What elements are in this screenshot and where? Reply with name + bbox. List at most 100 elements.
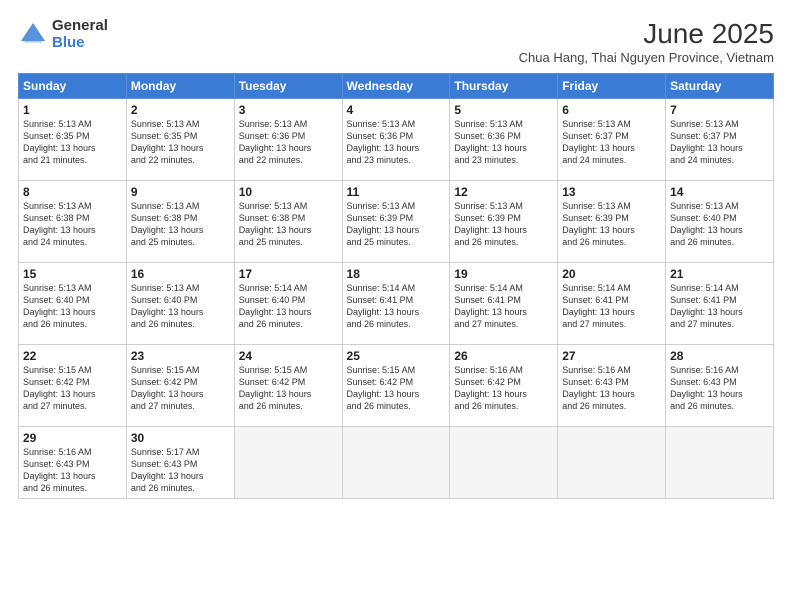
day-number: 14	[670, 185, 769, 199]
table-row: 11Sunrise: 5:13 AMSunset: 6:39 PMDayligh…	[342, 181, 450, 263]
cell-details: Sunrise: 5:13 AMSunset: 6:38 PMDaylight:…	[131, 200, 230, 249]
calendar-week-row: 29Sunrise: 5:16 AMSunset: 6:43 PMDayligh…	[19, 427, 774, 499]
logo-text: General Blue	[52, 18, 108, 51]
cell-details: Sunrise: 5:13 AMSunset: 6:35 PMDaylight:…	[131, 118, 230, 167]
table-row: 5Sunrise: 5:13 AMSunset: 6:36 PMDaylight…	[450, 99, 558, 181]
cell-details: Sunrise: 5:13 AMSunset: 6:35 PMDaylight:…	[23, 118, 122, 167]
table-row: 29Sunrise: 5:16 AMSunset: 6:43 PMDayligh…	[19, 427, 127, 499]
table-row: 26Sunrise: 5:16 AMSunset: 6:42 PMDayligh…	[450, 345, 558, 427]
logo-icon	[18, 20, 48, 50]
day-number: 25	[347, 349, 446, 363]
table-row: 6Sunrise: 5:13 AMSunset: 6:37 PMDaylight…	[558, 99, 666, 181]
cell-details: Sunrise: 5:15 AMSunset: 6:42 PMDaylight:…	[23, 364, 122, 413]
table-row: 19Sunrise: 5:14 AMSunset: 6:41 PMDayligh…	[450, 263, 558, 345]
cell-details: Sunrise: 5:16 AMSunset: 6:43 PMDaylight:…	[670, 364, 769, 413]
table-row	[342, 427, 450, 499]
cell-details: Sunrise: 5:13 AMSunset: 6:36 PMDaylight:…	[239, 118, 338, 167]
table-row: 23Sunrise: 5:15 AMSunset: 6:42 PMDayligh…	[126, 345, 234, 427]
day-number: 2	[131, 103, 230, 117]
calendar-week-row: 8Sunrise: 5:13 AMSunset: 6:38 PMDaylight…	[19, 181, 774, 263]
day-number: 18	[347, 267, 446, 281]
calendar-week-row: 1Sunrise: 5:13 AMSunset: 6:35 PMDaylight…	[19, 99, 774, 181]
col-monday: Monday	[126, 74, 234, 99]
cell-details: Sunrise: 5:14 AMSunset: 6:41 PMDaylight:…	[670, 282, 769, 331]
day-number: 6	[562, 103, 661, 117]
day-number: 27	[562, 349, 661, 363]
calendar-week-row: 22Sunrise: 5:15 AMSunset: 6:42 PMDayligh…	[19, 345, 774, 427]
col-saturday: Saturday	[666, 74, 774, 99]
table-row: 10Sunrise: 5:13 AMSunset: 6:38 PMDayligh…	[234, 181, 342, 263]
table-row: 28Sunrise: 5:16 AMSunset: 6:43 PMDayligh…	[666, 345, 774, 427]
table-row: 30Sunrise: 5:17 AMSunset: 6:43 PMDayligh…	[126, 427, 234, 499]
day-number: 24	[239, 349, 338, 363]
table-row: 17Sunrise: 5:14 AMSunset: 6:40 PMDayligh…	[234, 263, 342, 345]
day-number: 19	[454, 267, 553, 281]
day-number: 28	[670, 349, 769, 363]
table-row: 24Sunrise: 5:15 AMSunset: 6:42 PMDayligh…	[234, 345, 342, 427]
day-number: 13	[562, 185, 661, 199]
day-number: 17	[239, 267, 338, 281]
day-number: 4	[347, 103, 446, 117]
day-number: 3	[239, 103, 338, 117]
col-tuesday: Tuesday	[234, 74, 342, 99]
cell-details: Sunrise: 5:14 AMSunset: 6:41 PMDaylight:…	[454, 282, 553, 331]
table-row: 25Sunrise: 5:15 AMSunset: 6:42 PMDayligh…	[342, 345, 450, 427]
table-row: 7Sunrise: 5:13 AMSunset: 6:37 PMDaylight…	[666, 99, 774, 181]
day-number: 1	[23, 103, 122, 117]
cell-details: Sunrise: 5:14 AMSunset: 6:41 PMDaylight:…	[347, 282, 446, 331]
col-thursday: Thursday	[450, 74, 558, 99]
table-row: 22Sunrise: 5:15 AMSunset: 6:42 PMDayligh…	[19, 345, 127, 427]
table-row: 4Sunrise: 5:13 AMSunset: 6:36 PMDaylight…	[342, 99, 450, 181]
table-row: 16Sunrise: 5:13 AMSunset: 6:40 PMDayligh…	[126, 263, 234, 345]
day-number: 29	[23, 431, 122, 445]
table-row: 20Sunrise: 5:14 AMSunset: 6:41 PMDayligh…	[558, 263, 666, 345]
page: General Blue June 2025 Chua Hang, Thai N…	[0, 0, 792, 612]
cell-details: Sunrise: 5:15 AMSunset: 6:42 PMDaylight:…	[347, 364, 446, 413]
table-row: 21Sunrise: 5:14 AMSunset: 6:41 PMDayligh…	[666, 263, 774, 345]
cell-details: Sunrise: 5:13 AMSunset: 6:38 PMDaylight:…	[23, 200, 122, 249]
day-number: 11	[347, 185, 446, 199]
col-sunday: Sunday	[19, 74, 127, 99]
table-row: 18Sunrise: 5:14 AMSunset: 6:41 PMDayligh…	[342, 263, 450, 345]
calendar-table: Sunday Monday Tuesday Wednesday Thursday…	[18, 73, 774, 499]
cell-details: Sunrise: 5:16 AMSunset: 6:43 PMDaylight:…	[562, 364, 661, 413]
day-number: 26	[454, 349, 553, 363]
day-number: 9	[131, 185, 230, 199]
day-number: 22	[23, 349, 122, 363]
table-row: 1Sunrise: 5:13 AMSunset: 6:35 PMDaylight…	[19, 99, 127, 181]
cell-details: Sunrise: 5:16 AMSunset: 6:43 PMDaylight:…	[23, 446, 122, 495]
header: General Blue June 2025 Chua Hang, Thai N…	[18, 18, 774, 65]
day-number: 15	[23, 267, 122, 281]
table-row: 27Sunrise: 5:16 AMSunset: 6:43 PMDayligh…	[558, 345, 666, 427]
table-row: 12Sunrise: 5:13 AMSunset: 6:39 PMDayligh…	[450, 181, 558, 263]
day-number: 7	[670, 103, 769, 117]
cell-details: Sunrise: 5:13 AMSunset: 6:37 PMDaylight:…	[670, 118, 769, 167]
table-row: 14Sunrise: 5:13 AMSunset: 6:40 PMDayligh…	[666, 181, 774, 263]
cell-details: Sunrise: 5:13 AMSunset: 6:40 PMDaylight:…	[670, 200, 769, 249]
cell-details: Sunrise: 5:13 AMSunset: 6:40 PMDaylight:…	[23, 282, 122, 331]
table-row	[234, 427, 342, 499]
table-row	[558, 427, 666, 499]
col-wednesday: Wednesday	[342, 74, 450, 99]
col-friday: Friday	[558, 74, 666, 99]
title-block: June 2025 Chua Hang, Thai Nguyen Provinc…	[519, 18, 774, 65]
cell-details: Sunrise: 5:15 AMSunset: 6:42 PMDaylight:…	[131, 364, 230, 413]
table-row	[450, 427, 558, 499]
day-number: 10	[239, 185, 338, 199]
day-number: 20	[562, 267, 661, 281]
day-number: 12	[454, 185, 553, 199]
calendar-header-row: Sunday Monday Tuesday Wednesday Thursday…	[19, 74, 774, 99]
main-title: June 2025	[519, 18, 774, 50]
table-row: 15Sunrise: 5:13 AMSunset: 6:40 PMDayligh…	[19, 263, 127, 345]
cell-details: Sunrise: 5:14 AMSunset: 6:40 PMDaylight:…	[239, 282, 338, 331]
cell-details: Sunrise: 5:17 AMSunset: 6:43 PMDaylight:…	[131, 446, 230, 495]
cell-details: Sunrise: 5:13 AMSunset: 6:39 PMDaylight:…	[454, 200, 553, 249]
cell-details: Sunrise: 5:13 AMSunset: 6:38 PMDaylight:…	[239, 200, 338, 249]
table-row: 9Sunrise: 5:13 AMSunset: 6:38 PMDaylight…	[126, 181, 234, 263]
cell-details: Sunrise: 5:13 AMSunset: 6:39 PMDaylight:…	[562, 200, 661, 249]
table-row: 13Sunrise: 5:13 AMSunset: 6:39 PMDayligh…	[558, 181, 666, 263]
day-number: 21	[670, 267, 769, 281]
cell-details: Sunrise: 5:13 AMSunset: 6:36 PMDaylight:…	[347, 118, 446, 167]
cell-details: Sunrise: 5:13 AMSunset: 6:37 PMDaylight:…	[562, 118, 661, 167]
table-row: 8Sunrise: 5:13 AMSunset: 6:38 PMDaylight…	[19, 181, 127, 263]
